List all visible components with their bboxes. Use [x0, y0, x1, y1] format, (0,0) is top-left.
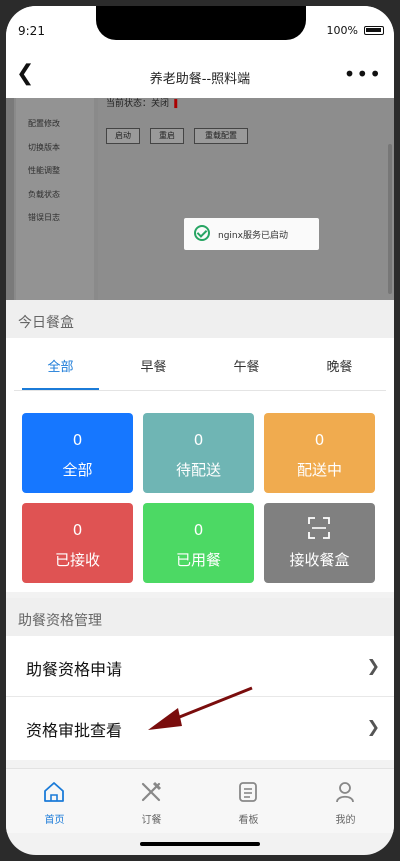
bottom-tab-bar: 首页 订餐 看板 我的	[6, 768, 394, 833]
tabbar-order[interactable]: 订餐	[103, 769, 200, 833]
tile-label: 待配送	[175, 461, 221, 479]
home-indicator	[140, 842, 260, 846]
chevron-right-icon: ❯	[366, 717, 380, 736]
embed-menu-item: 切换版本	[28, 143, 60, 152]
notch	[96, 6, 306, 40]
embed-status-label: 当前状态：关闭 ❚	[106, 99, 180, 109]
section-title: 今日餐盒	[18, 315, 74, 331]
embed-menu-item: 配置修改	[28, 119, 60, 128]
tab-breakfast[interactable]: 早餐	[107, 338, 200, 390]
tile-received[interactable]: 0 已接收	[22, 503, 133, 583]
tabbar-label: 订餐	[141, 815, 162, 826]
tile-label: 已用餐	[175, 551, 221, 569]
section-header-today-meals: 今日餐盒	[6, 300, 394, 338]
list-item-label: 资格审批查看	[26, 721, 123, 740]
status-time: 9:21	[18, 24, 45, 38]
embed-restart-button: 重启	[150, 128, 184, 144]
tile-label: 接收餐盒	[289, 551, 350, 569]
tile-pending-delivery[interactable]: 0 待配送	[143, 413, 254, 493]
nav-bar: ❮ 养老助餐--照料端 •••	[6, 54, 394, 99]
list-item-label: 助餐资格申请	[26, 660, 123, 679]
tile-count: 0	[72, 431, 83, 449]
embed-menu-item: 错误日志	[28, 213, 60, 222]
tile-all[interactable]: 0 全部	[22, 413, 133, 493]
embed-scrollbar	[388, 144, 392, 294]
tile-count: 0	[193, 521, 204, 539]
more-icon[interactable]: •••	[344, 64, 382, 84]
embed-left-strip	[6, 98, 14, 300]
tabbar-label: 首页	[44, 815, 65, 826]
embed-main: 当前状态：关闭 ❚ 启动 重启 重载配置 nginx服务已启动	[98, 98, 394, 300]
embedded-screenshot: 配置修改 切换版本 性能调整 负载状态 错误日志 当前状态：关闭 ❚ 启动 重启…	[6, 98, 394, 300]
utensils-icon	[141, 781, 162, 802]
tab-lunch[interactable]: 午餐	[200, 338, 293, 390]
toast-text: nginx服务已启动	[218, 231, 288, 241]
phone-frame: 9:21 100% ❮ 养老助餐--照料端 ••• 配置修改 切换版本 性能调整…	[6, 6, 394, 855]
scan-icon	[308, 517, 330, 539]
battery-icon	[364, 26, 384, 35]
tile-label: 已接收	[54, 551, 100, 569]
tile-count: 0	[193, 431, 204, 449]
check-circle-icon	[194, 225, 210, 241]
embed-reload-button: 重载配置	[194, 128, 248, 144]
tabbar-label: 看板	[238, 815, 259, 826]
chevron-right-icon: ❯	[366, 656, 380, 675]
page-title: 养老助餐--照料端	[149, 72, 251, 87]
tabbar-mine[interactable]: 我的	[297, 769, 394, 833]
home-icon	[44, 782, 64, 802]
section-title: 助餐资格管理	[18, 613, 102, 629]
tabbar-home[interactable]: 首页	[6, 769, 103, 833]
user-icon	[336, 782, 354, 803]
tab-dinner[interactable]: 晚餐	[293, 338, 386, 390]
tile-label: 全部	[62, 461, 93, 479]
tile-count: 0	[314, 431, 325, 449]
tile-count: 0	[72, 521, 83, 539]
embed-toast: nginx服务已启动	[184, 218, 319, 250]
tile-receive-box[interactable]: 接收餐盒	[264, 503, 375, 583]
embed-menu-item: 负载状态	[28, 190, 60, 199]
tab-all[interactable]: 全部	[14, 338, 107, 390]
embed-start-button: 启动	[106, 128, 140, 144]
tabbar-label: 我的	[335, 815, 356, 826]
board-icon	[239, 782, 257, 802]
meal-tabs: 全部 早餐 午餐 晚餐	[14, 338, 386, 391]
annotation-arrow-icon	[148, 686, 253, 730]
section-header-qualification: 助餐资格管理	[6, 598, 394, 636]
tile-delivering[interactable]: 0 配送中	[264, 413, 375, 493]
tabbar-board[interactable]: 看板	[200, 769, 297, 833]
today-meals-panel: 全部 早餐 午餐 晚餐 0 全部 0 待配送 0 配送中 0 已接收 0 已用餐	[6, 338, 394, 592]
embed-side-menu: 配置修改 切换版本 性能调整 负载状态 错误日志	[16, 98, 94, 300]
embed-menu-item: 性能调整	[28, 166, 60, 175]
tile-eaten[interactable]: 0 已用餐	[143, 503, 254, 583]
status-bar: 9:21 100%	[6, 6, 394, 54]
battery-percent: 100%	[326, 24, 358, 37]
tile-label: 配送中	[296, 461, 342, 479]
